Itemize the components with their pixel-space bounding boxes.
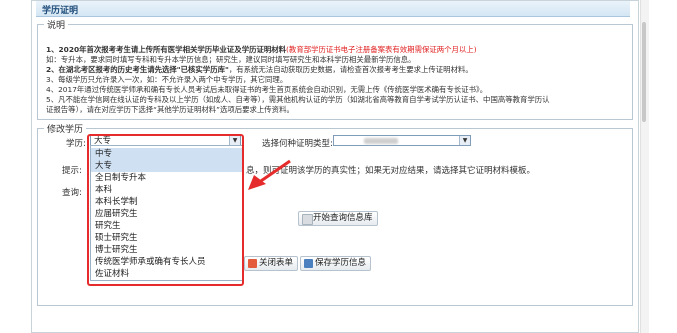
note-line-1: 1、2020年首次报考考生请上传所有医学相关学历毕业证及学历证明材料(教育部学历… [46, 45, 477, 54]
redacted-value [364, 138, 398, 144]
panel-title: 学历证明 [42, 6, 79, 16]
instructions-legend: 说明 [47, 21, 66, 31]
note-line-4: 3、每级学历只允许录入一次，如：不允许录入两个中专学历，其它同理。 [46, 75, 288, 84]
close-icon [248, 259, 257, 268]
note-line-7: 证报告等），请在对应学历下选择“其他学历证明材料”选项后要求上传资料。 [46, 105, 294, 114]
proof-type-label: 选择何种证明类型: [262, 139, 333, 149]
instructions-section: 说明 1、2020年首次报考考生请上传所有医学相关学历毕业证及学历证明材料(教育… [37, 18, 633, 120]
query-label: 查询: [62, 188, 82, 198]
note-line-3: 2、在湖北考区报考的历史考生请先选择"已核实学历库"，有系统无法自动获取历史数据… [46, 65, 473, 74]
query-database-button[interactable]: 开始查询信息库 [298, 211, 378, 226]
note-line-5: 4、2017年通过传统医学师承和确有专长人员考试后未取得证书的考生首页系统会自动… [46, 85, 488, 94]
save-icon [304, 259, 313, 268]
note-line-2: 如：专升本，要求同时填写专科和专升本学历信息；研究生，建议同时填写研究生和本科学… [46, 55, 416, 64]
search-icon [302, 214, 313, 225]
close-form-button[interactable]: 关闭表单 [244, 256, 299, 271]
scrollbar-thumb[interactable] [642, 22, 646, 122]
save-education-button[interactable]: 保存学历信息 [300, 256, 372, 271]
panel-header: 学历证明 [36, 1, 630, 17]
note-line-6: 5、凡不能在学信网在线认证的专科及以上学历（如成人、自考等），需其他机构认证的学… [46, 95, 550, 104]
chevron-down-icon[interactable]: ▼ [459, 136, 470, 145]
annotation-arrow-icon [248, 159, 291, 190]
annotation-highlight-box [87, 134, 244, 286]
tip-label: 提示: [62, 166, 82, 176]
edit-legend: 修改学历 [47, 125, 84, 135]
education-level-label: 学历: [66, 139, 86, 149]
proof-type-select[interactable]: ▼ [333, 135, 471, 146]
